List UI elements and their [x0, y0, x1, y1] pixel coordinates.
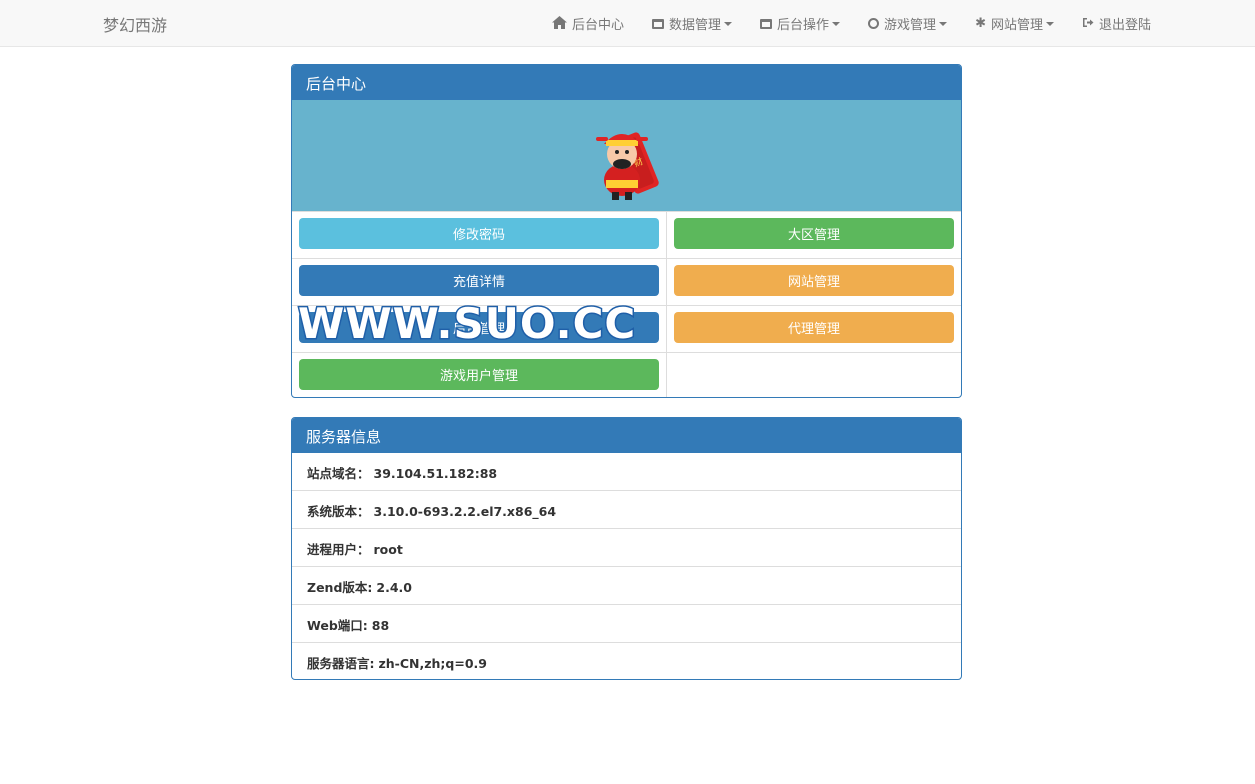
- grid-cell: 修改密码: [292, 212, 666, 259]
- info-label: 系统版本：: [307, 504, 370, 519]
- info-label: 进程用户：: [307, 542, 370, 557]
- server-info-title: 服务器信息: [292, 418, 961, 453]
- info-label: 站点域名：: [307, 466, 370, 481]
- nav-game-management[interactable]: 游戏管理: [868, 14, 948, 33]
- grid-cell: 网站管理: [666, 259, 961, 306]
- grid-cell: 大区管理: [666, 212, 961, 259]
- mascot-image: 财: [592, 120, 668, 206]
- nav-data-label: 数据管理: [669, 18, 722, 33]
- main-nav: 后台中心 数据管理 后台操作 游戏管理 ✱ 网站管理 退出登陆: [552, 0, 1151, 47]
- nav-data-management[interactable]: 数据管理: [652, 14, 733, 33]
- info-value: zh-CN,zh;q=0.9: [378, 656, 487, 671]
- info-label: Web端口:: [307, 618, 368, 633]
- grid-cell: 后台管理: [292, 306, 666, 353]
- nav-logout-label: 退出登陆: [1098, 18, 1151, 33]
- backend-management-button[interactable]: 后台管理: [299, 312, 659, 343]
- info-label: 服务器语言:: [307, 656, 375, 671]
- info-row-server-language: 服务器语言: zh-CN,zh;q=0.9: [292, 643, 961, 679]
- grid-cell: 代理管理: [666, 306, 961, 353]
- nav-home[interactable]: 后台中心: [552, 14, 624, 33]
- gear-icon: ✱: [975, 16, 986, 31]
- region-management-button[interactable]: 大区管理: [674, 218, 954, 249]
- nav-logout[interactable]: 退出登陆: [1082, 14, 1151, 33]
- caret-down-icon: [1045, 21, 1054, 26]
- grid-cell-empty: [666, 353, 961, 397]
- info-row-process-user: 进程用户： root: [292, 529, 961, 567]
- nav-backend-label: 后台操作: [777, 18, 830, 33]
- caret-down-icon: [939, 21, 948, 26]
- info-label: Zend版本:: [307, 580, 373, 595]
- nav-site-management[interactable]: ✱ 网站管理: [975, 14, 1054, 33]
- banner: 财: [292, 100, 961, 212]
- info-row-domain: 站点域名： 39.104.51.182:88: [292, 453, 961, 491]
- agent-management-button[interactable]: 代理管理: [674, 312, 954, 343]
- caret-down-icon: [832, 21, 841, 26]
- top-navbar: 梦幻西游 后台中心 数据管理 后台操作 游戏管理 ✱ 网站管理 退出登陆: [0, 0, 1255, 47]
- nav-game-label: 游戏管理: [884, 18, 937, 33]
- info-value: 88: [371, 618, 390, 633]
- info-row-web-port: Web端口: 88: [292, 605, 961, 643]
- info-value: 3.10.0-693.2.2.el7.x86_64: [373, 504, 557, 519]
- grid-cell: 游戏用户管理: [292, 353, 666, 397]
- admin-center-title: 后台中心: [292, 65, 961, 100]
- server-info-list: 站点域名： 39.104.51.182:88 系统版本： 3.10.0-693.2.…: [292, 453, 961, 679]
- nav-home-label: 后台中心: [572, 18, 625, 33]
- grid-cell: 充值详情: [292, 259, 666, 306]
- window-icon: [760, 18, 773, 29]
- game-user-management-button[interactable]: 游戏用户管理: [299, 359, 659, 390]
- info-value: root: [373, 542, 403, 557]
- site-management-button[interactable]: 网站管理: [674, 265, 954, 296]
- clock-icon: [868, 18, 880, 29]
- window-icon: [652, 18, 665, 29]
- info-value: 39.104.51.182:88: [373, 466, 498, 481]
- nav-backend-ops[interactable]: 后台操作: [760, 14, 841, 33]
- nav-site-label: 网站管理: [990, 18, 1043, 33]
- logout-icon: [1082, 17, 1094, 31]
- change-password-button[interactable]: 修改密码: [299, 218, 659, 249]
- caret-down-icon: [724, 21, 733, 26]
- info-value: 2.4.0: [376, 580, 412, 595]
- info-row-zend-version: Zend版本: 2.4.0: [292, 567, 961, 605]
- server-info-panel: 服务器信息 站点域名： 39.104.51.182:88 系统版本： 3.10.0-…: [291, 417, 962, 680]
- home-icon: [552, 15, 567, 32]
- recharge-details-button[interactable]: 充值详情: [299, 265, 659, 296]
- brand-logo[interactable]: 梦幻西游: [103, 12, 167, 36]
- info-row-os-version: 系统版本： 3.10.0-693.2.2.el7.x86_64: [292, 491, 961, 529]
- admin-center-panel: 后台中心 财 修改密码 大区管理 充值详情 网站管理 后台管理 代理管理 游戏用…: [291, 64, 962, 398]
